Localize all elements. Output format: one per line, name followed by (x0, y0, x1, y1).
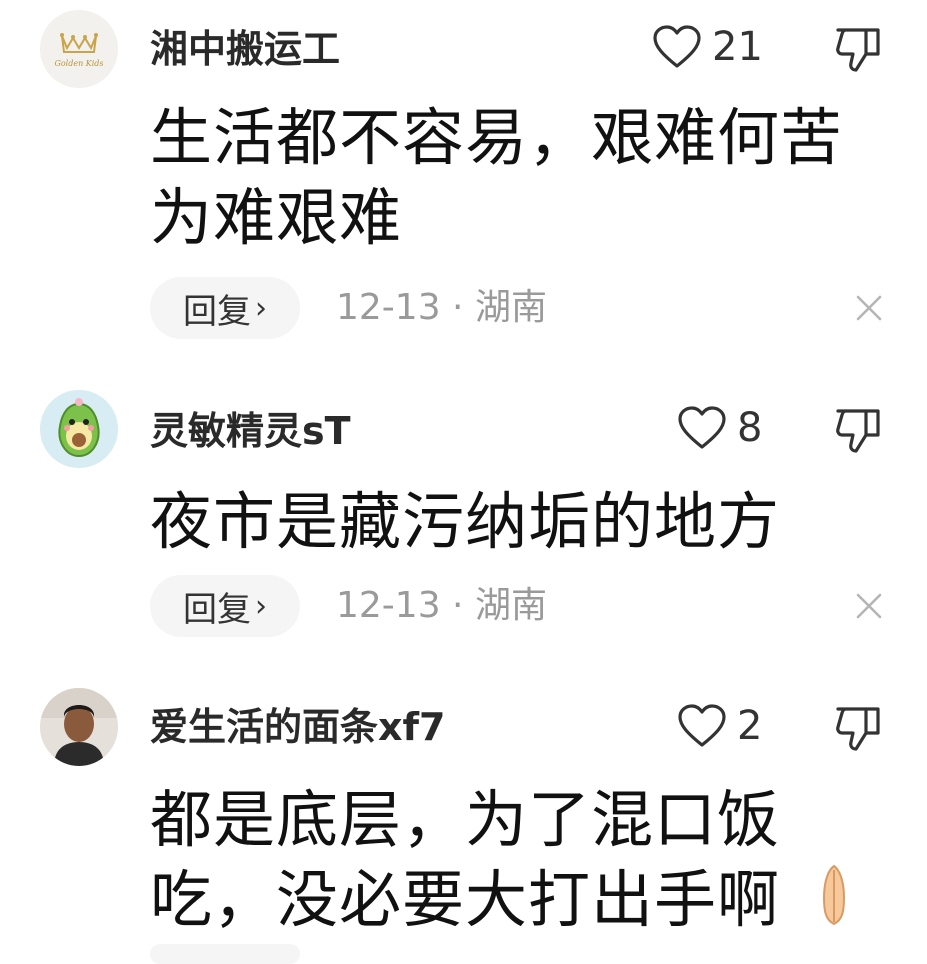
comment-text: 都是底层，为了混口饭 吃，没必要大打出手啊 (150, 780, 820, 940)
comment-text-line: 夜市是藏污纳垢的地方 (150, 485, 781, 558)
username[interactable]: 灵敏精灵sT (150, 412, 351, 450)
like-count: 8 (737, 405, 763, 451)
username[interactable]: 爱生活的面条xf7 (150, 708, 445, 746)
heart-outline-icon (678, 406, 726, 449)
heart-outline-icon (653, 25, 701, 68)
like-button[interactable]: 8 (677, 405, 762, 451)
comment-text: 生活都不容易，艰难何苦 为难艰难 (150, 98, 870, 258)
person-photo-avatar-icon (40, 688, 118, 766)
chevron-right-icon: › (255, 588, 267, 624)
comment-text-line: 都是底层，为了混口饭 (150, 783, 781, 856)
close-button[interactable] (852, 589, 886, 623)
thumbs-down-icon (836, 28, 880, 72)
comment-meta: 12-13 · 湖南 (336, 585, 547, 626)
comment-meta: 12-13 · 湖南 (336, 287, 547, 328)
reply-button[interactable]: 回复 › (150, 575, 300, 637)
avatar[interactable] (40, 688, 118, 766)
svg-text:Golden Kids: Golden Kids (54, 59, 103, 68)
dislike-button[interactable] (832, 403, 884, 455)
like-count: 2 (737, 703, 763, 749)
like-button[interactable]: 2 (677, 703, 762, 749)
close-x-icon (856, 593, 882, 619)
avatar[interactable]: Golden Kids (40, 10, 118, 88)
close-x-icon (856, 295, 882, 321)
username[interactable]: 湘中搬运工 (150, 30, 340, 68)
like-count: 21 (712, 24, 763, 70)
comment-text-line: 为难艰难 (150, 181, 403, 254)
reply-label: 回复 (183, 291, 251, 332)
goldenkids-logo-icon: Golden Kids (40, 10, 118, 88)
thumbs-down-icon (836, 409, 880, 453)
heart-outline-icon (678, 704, 726, 747)
close-button[interactable] (852, 291, 886, 325)
comment-text-line: 吃，没必要大打出手啊 (150, 863, 781, 936)
chevron-right-icon: › (255, 290, 267, 326)
comment-text-line: 生活都不容易，艰难何苦 (150, 101, 844, 174)
reply-label: 回复 (183, 589, 251, 630)
reply-button-partial (150, 944, 300, 964)
avatar[interactable] (40, 390, 118, 468)
folded-hands-emoji-icon (814, 862, 854, 926)
comment-text: 夜市是藏污纳垢的地方 (150, 482, 870, 562)
reply-button[interactable]: 回复 › (150, 277, 300, 339)
thumbs-down-icon (836, 707, 880, 751)
dislike-button[interactable] (832, 22, 884, 74)
dislike-button[interactable] (832, 701, 884, 753)
like-button[interactable]: 21 (652, 24, 763, 70)
avocado-avatar-icon (40, 390, 118, 468)
